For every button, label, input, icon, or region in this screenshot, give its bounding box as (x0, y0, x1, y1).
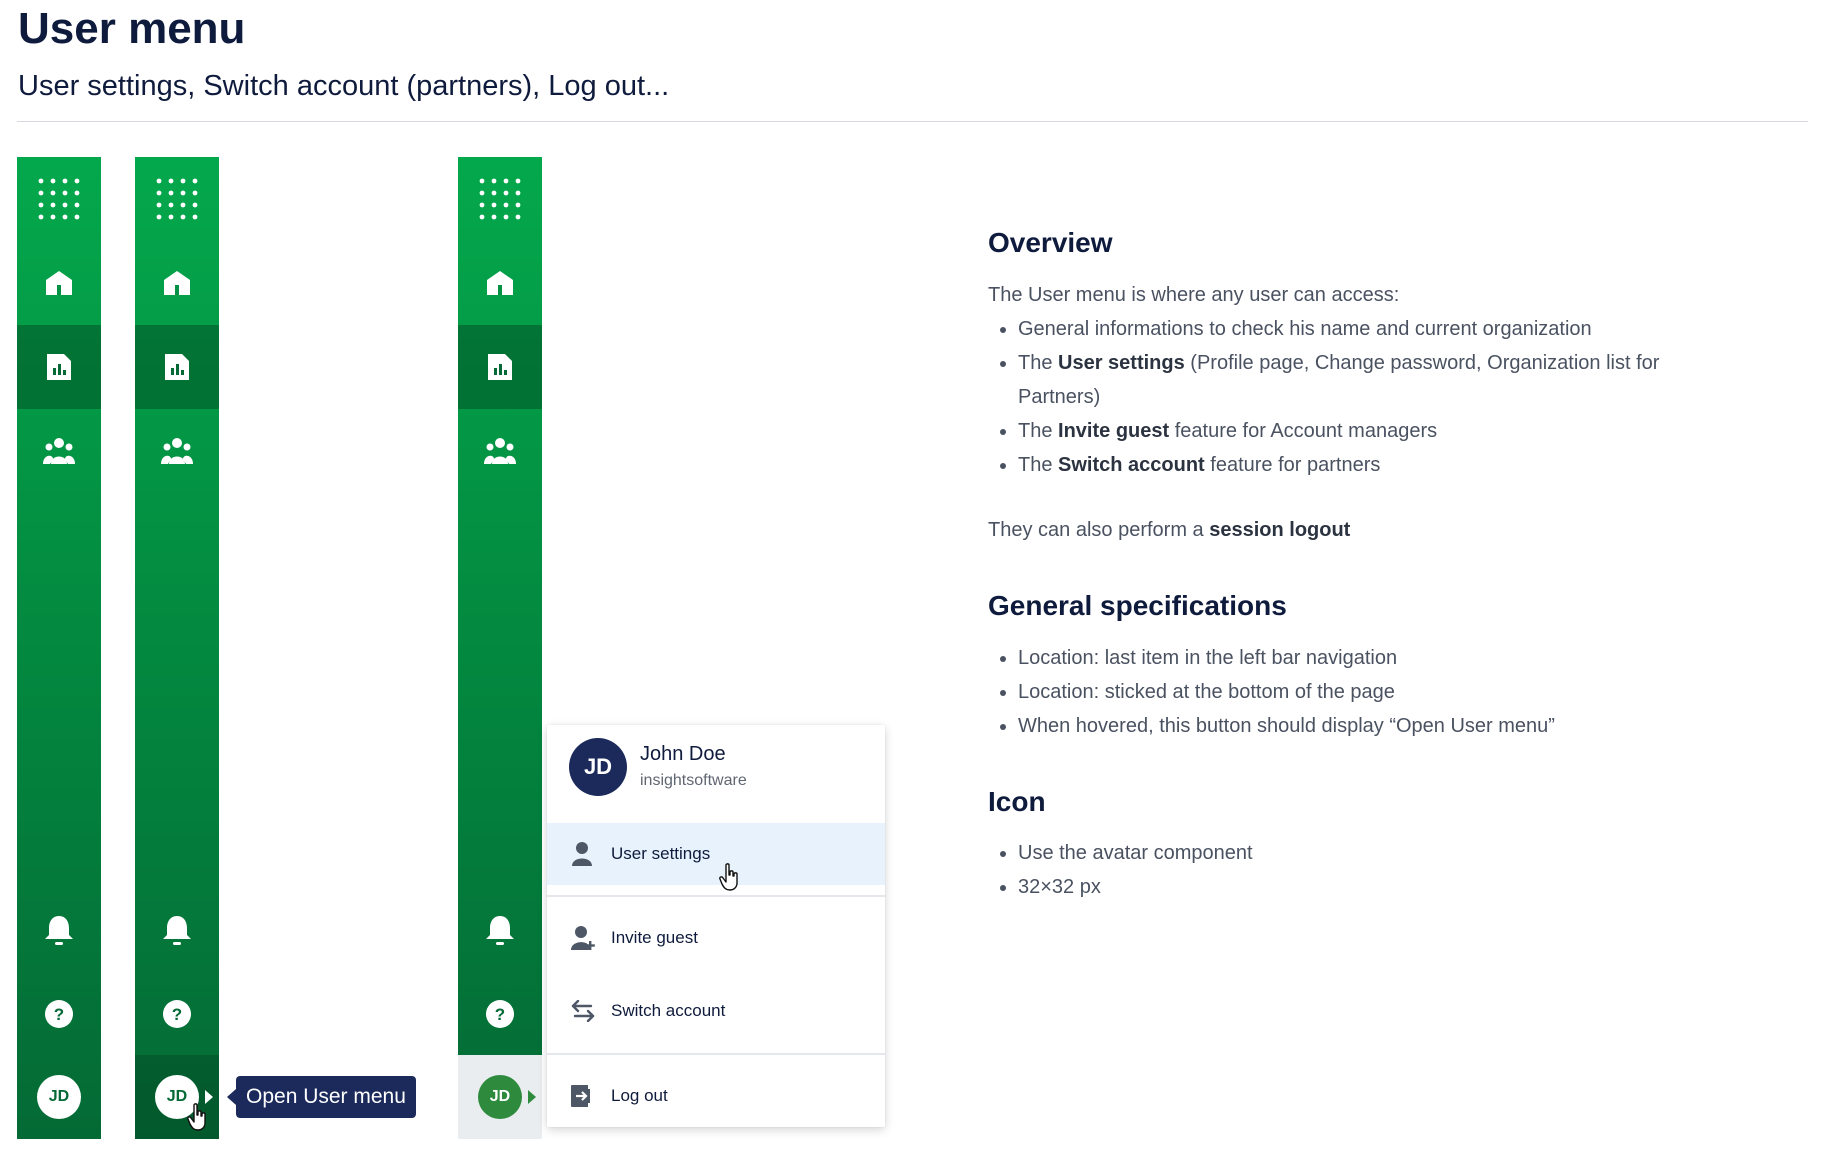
menu-separator (547, 1053, 885, 1055)
general-specifications-list: Location: last item in the left bar navi… (988, 641, 1718, 743)
help-icon[interactable]: ? (17, 972, 101, 1056)
menu-separator (547, 895, 885, 897)
menu-item-user-settings[interactable]: User settings (547, 823, 885, 891)
general-specifications-heading: General specifications (988, 590, 1287, 621)
bell-icon[interactable] (17, 888, 101, 972)
user-icon (572, 842, 592, 866)
caret-right-icon (205, 1090, 213, 1104)
hand-cursor-icon (719, 863, 738, 891)
menu-item-label: Log out (611, 1086, 668, 1105)
avatar: JD (37, 1075, 81, 1119)
icon-heading: Icon (988, 786, 1046, 817)
apps-grid-icon[interactable] (135, 157, 219, 241)
user-menu-dropdown: JD John Doe insightsoftware User setting… (547, 725, 885, 1127)
open-user-menu-tooltip: Open User menu (227, 1076, 416, 1118)
overview-heading: Overview (988, 227, 1113, 258)
apps-grid-icon[interactable] (17, 157, 101, 241)
list-item: Use the avatar component (1018, 836, 1718, 870)
home-icon[interactable] (135, 241, 219, 325)
svg-text:?: ? (172, 1005, 182, 1024)
home-icon[interactable] (458, 241, 542, 325)
apps-grid-icon[interactable] (458, 157, 542, 241)
user-organization: insightsoftware (640, 772, 747, 789)
list-item: 32×32 px (1018, 870, 1718, 904)
menu-item-log-out[interactable]: Log out (547, 1065, 885, 1127)
help-icon[interactable]: ? (458, 972, 542, 1056)
caret-right-icon (528, 1090, 536, 1104)
home-icon[interactable] (17, 241, 101, 325)
list-item: Location: last item in the left bar navi… (1018, 641, 1718, 675)
help-icon[interactable]: ? (135, 972, 219, 1056)
icon-list: Use the avatar component 32×32 px (988, 836, 1718, 904)
menu-item-label: User settings (611, 844, 711, 863)
avatar: JD (478, 1075, 522, 1119)
divider (17, 121, 1808, 122)
menu-item-label: Invite guest (611, 928, 698, 947)
team-icon[interactable] (135, 409, 219, 493)
svg-text:?: ? (54, 1005, 64, 1024)
list-item: The Switch account feature for partners (1018, 448, 1718, 482)
switch-arrows-icon (571, 1000, 595, 1022)
user-menu-button-open[interactable]: JD (458, 1055, 542, 1139)
logout-note: They can also perform a session logout (988, 519, 1351, 541)
left-nav-bar-menu-open: ? JD (458, 157, 542, 1139)
hand-cursor-icon (187, 1103, 206, 1131)
user-info-header: JD John Doe insightsoftware (547, 725, 885, 821)
list-item: Location: sticked at the bottom of the p… (1018, 675, 1718, 709)
user-name: John Doe (640, 743, 726, 765)
menu-item-switch-account[interactable]: Switch account (547, 980, 885, 1042)
team-icon[interactable] (17, 409, 101, 493)
menu-item-label: Switch account (611, 1001, 726, 1020)
left-nav-bar-default: ? JD (17, 157, 101, 1139)
user-menu-button[interactable]: JD (17, 1055, 101, 1139)
bell-icon[interactable] (458, 888, 542, 972)
report-chart-icon[interactable] (135, 325, 219, 409)
user-menu-button-hovered[interactable]: JD (135, 1055, 219, 1139)
list-item: The User settings (Profile page, Change … (1018, 346, 1718, 414)
list-item: When hovered, this button should display… (1018, 709, 1718, 743)
left-nav-bar-hover: ? JD (135, 157, 219, 1139)
page-title: User menu (18, 4, 246, 53)
logout-icon (571, 1085, 593, 1107)
overview-intro: The User menu is where any user can acce… (988, 284, 1400, 306)
list-item: The Invite guest feature for Account man… (1018, 414, 1718, 448)
bell-icon[interactable] (135, 888, 219, 972)
report-chart-icon[interactable] (17, 325, 101, 409)
report-chart-icon[interactable] (458, 325, 542, 409)
page-subtitle: User settings, Switch account (partners)… (18, 70, 670, 102)
add-user-icon (571, 926, 595, 950)
overview-list: General informations to check his name a… (988, 312, 1718, 482)
user-avatar: JD (569, 738, 627, 796)
list-item: General informations to check his name a… (1018, 312, 1718, 346)
team-icon[interactable] (458, 409, 542, 493)
svg-text:?: ? (495, 1005, 505, 1024)
menu-item-invite-guest[interactable]: Invite guest (547, 907, 885, 969)
